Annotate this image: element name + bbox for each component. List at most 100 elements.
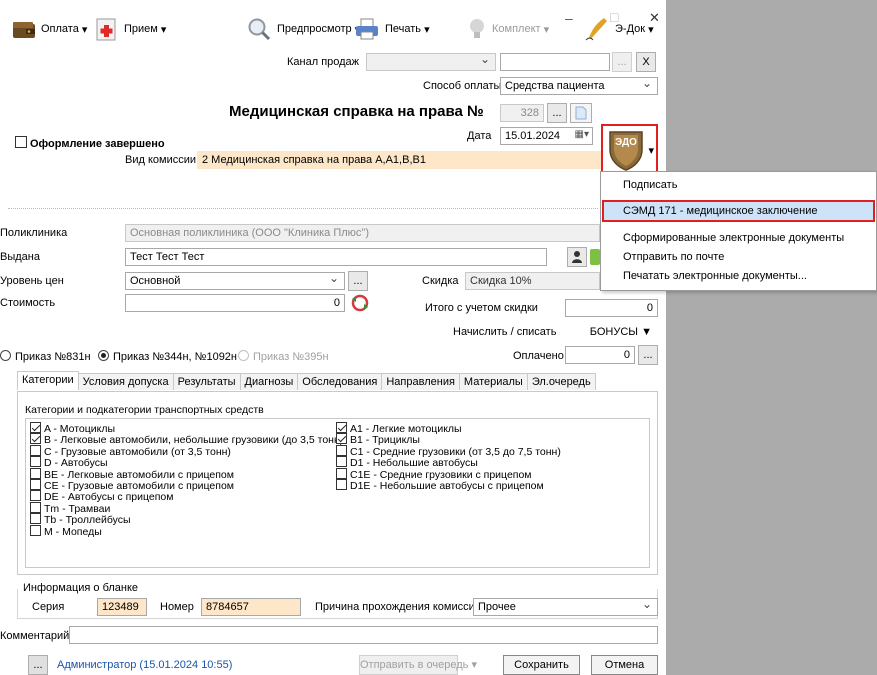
comment-label: Комментарий xyxy=(0,630,70,642)
completed-checkbox[interactable]: Оформление завершено xyxy=(15,136,165,150)
category-checkbox[interactable] xyxy=(336,456,347,468)
category-checkbox[interactable] xyxy=(30,433,41,445)
preview-menu[interactable]: Предпросмотр ▾ xyxy=(247,14,360,44)
date-field[interactable]: 15.01.2024 ▦▾ xyxy=(500,127,593,145)
category-checkbox[interactable] xyxy=(336,479,347,490)
tab-0[interactable]: Категории xyxy=(17,371,79,390)
menu-item-sign[interactable]: Подписать xyxy=(623,179,677,191)
cost-label: Стоимость xyxy=(0,297,56,309)
category-checkbox[interactable] xyxy=(30,501,41,513)
blank-number-field[interactable]: 8784657 xyxy=(201,598,301,616)
edoc-status-button[interactable]: ЭДО ▾ xyxy=(601,124,658,174)
clinic-label: Поликлиника xyxy=(0,227,68,239)
category-checkbox[interactable] xyxy=(336,467,347,479)
tab-strip: Категории Условия допуска Результаты Диагно… xyxy=(17,371,596,391)
cancel-button[interactable]: Отмена xyxy=(591,655,658,675)
order-344-radio[interactable]: Приказ №344н, №1092н xyxy=(98,350,237,363)
category-item[interactable]: M - Мопеды xyxy=(30,524,102,538)
category-checkbox[interactable] xyxy=(30,479,41,490)
discount-field: Скидка 10% xyxy=(465,272,600,290)
comment-field[interactable] xyxy=(69,626,658,644)
kit-menu[interactable]: Комплект ▾ xyxy=(468,14,549,44)
paid-field: 0 xyxy=(565,346,635,364)
category-checkbox[interactable] xyxy=(30,456,41,468)
chevron-down-icon: ▾ xyxy=(424,23,430,36)
send-to-queue-button[interactable]: Отправить в очередь ▾ xyxy=(359,655,477,675)
wallet-icon xyxy=(11,16,35,42)
payment-method-select[interactable]: Средства пациента xyxy=(500,77,658,95)
calendar-icon[interactable]: ▦▾ xyxy=(575,129,589,140)
order-831-label: Приказ №831н xyxy=(15,351,91,363)
menu-item-semd-171-label: СЭМД 171 - медицинское заключение xyxy=(623,205,818,217)
shield-icon xyxy=(609,131,643,171)
category-checkbox[interactable] xyxy=(30,444,41,456)
tab-4[interactable]: Обследования xyxy=(297,373,383,390)
menu-item-send-by-mail[interactable]: Отправить по почте xyxy=(623,251,724,263)
paid-browse-button[interactable]: ... xyxy=(638,345,658,365)
print-menu[interactable]: Печать ▾ xyxy=(355,14,430,44)
tab-5[interactable]: Направления xyxy=(381,373,460,390)
blank-number-label: Номер xyxy=(160,601,194,613)
category-checkbox[interactable] xyxy=(30,513,41,525)
sales-channel-clear-button[interactable]: X xyxy=(636,52,656,72)
category-checkbox[interactable] xyxy=(30,524,41,536)
bonus-label: БОНУСЫ xyxy=(589,326,639,338)
reason-label: Причина прохождения комиссии xyxy=(315,601,481,613)
order-831-radio-circle[interactable] xyxy=(0,350,11,361)
save-button[interactable]: Сохранить xyxy=(503,655,580,675)
sales-channel-input[interactable] xyxy=(500,53,610,71)
tab-7[interactable]: Эл.очередь xyxy=(526,373,596,390)
signature-pen-icon xyxy=(585,16,609,42)
edoc-label: Э-Док xyxy=(615,23,646,35)
tab-1[interactable]: Условия допуска xyxy=(77,373,174,390)
menu-item-print-documents[interactable]: Печатать электронные документы... xyxy=(623,270,807,282)
tab-panel: Категории и подкатегории транспортных ср… xyxy=(17,391,658,575)
minimize-button[interactable]: – xyxy=(565,10,573,26)
price-level-browse-button[interactable]: ... xyxy=(348,271,368,291)
menu-item-generated-documents[interactable]: Сформированные электронные документы xyxy=(623,232,844,244)
document-title: Медицинская справка на права № xyxy=(229,103,484,120)
category-checkbox[interactable] xyxy=(336,433,347,445)
category-checkbox[interactable] xyxy=(336,444,347,456)
series-label: Серия xyxy=(32,601,65,613)
clinic-field: Основная поликлиника (ООО "Клиника Плюс"… xyxy=(125,224,600,242)
category-label: D1E - Небольшие автобусы с прицепом xyxy=(350,480,544,492)
payment-menu[interactable]: Оплата ▾ xyxy=(11,14,87,44)
document-icon-button[interactable] xyxy=(570,103,592,123)
cost-field[interactable]: 0 xyxy=(125,294,345,312)
reason-select[interactable]: Прочее xyxy=(473,598,658,616)
reception-menu[interactable]: Прием ▾ xyxy=(96,14,166,44)
tab-6[interactable]: Материалы xyxy=(458,373,528,390)
bonus-dropdown[interactable]: БОНУСЫ ▼ xyxy=(565,322,658,342)
edit-person-icon[interactable] xyxy=(590,249,600,265)
order-395-label: Приказ №395н xyxy=(253,351,329,363)
category-item[interactable]: D1E - Небольшие автобусы с прицепом xyxy=(336,479,544,492)
author-link[interactable]: Администратор (15.01.2024 10:55) xyxy=(57,659,232,671)
order-344-radio-circle[interactable] xyxy=(98,350,109,361)
price-level-select[interactable]: Основной xyxy=(125,272,345,290)
menu-item-semd-171[interactable]: СЭМД 171 - медицинское заключение xyxy=(602,200,875,222)
issued-field[interactable]: Тест Тест Тест xyxy=(125,248,547,266)
sales-channel-select[interactable] xyxy=(366,53,496,71)
recalculate-icon[interactable] xyxy=(349,293,371,313)
edoc-menu[interactable]: Э-Док ▾ xyxy=(585,14,654,44)
tab-3[interactable]: Диагнозы xyxy=(239,373,299,390)
tab-2[interactable]: Результаты xyxy=(172,373,241,390)
category-checkbox[interactable] xyxy=(336,422,347,433)
sales-channel-browse-button[interactable]: ... xyxy=(612,52,632,72)
form-window: – □ ✕ Оплата ▾ Прием ▾ Предпросмотр ▾ Пе… xyxy=(0,0,666,675)
order-831-radio[interactable]: Приказ №831н xyxy=(0,350,91,363)
category-checkbox[interactable] xyxy=(30,467,41,479)
order-395-radio[interactable]: Приказ №395н xyxy=(238,350,329,363)
category-checkbox[interactable] xyxy=(30,490,41,502)
footer-more-button[interactable]: ... xyxy=(28,655,48,675)
order-395-radio-circle[interactable] xyxy=(238,350,249,361)
number-browse-button[interactable]: ... xyxy=(547,103,567,123)
select-person-button[interactable] xyxy=(567,247,587,267)
series-field[interactable]: 123489 xyxy=(97,598,147,616)
category-checkbox[interactable] xyxy=(30,422,41,433)
commission-field[interactable]: 2 Медицинская справка на права А,А1,В,В1 xyxy=(197,151,601,169)
total-label: Итого с учетом скидки xyxy=(425,302,538,314)
chevron-down-icon: ▾ xyxy=(81,23,88,36)
completed-check-box[interactable] xyxy=(15,136,27,148)
